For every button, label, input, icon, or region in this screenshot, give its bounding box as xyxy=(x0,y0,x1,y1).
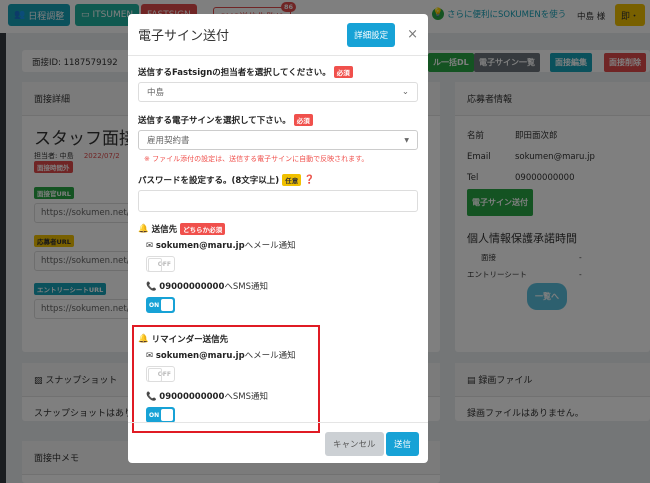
assignee-value: 中島 xyxy=(147,88,165,98)
dest-sms-toggle[interactable]: ON xyxy=(146,297,175,313)
modal-title: 電子サイン送付 xyxy=(138,29,230,44)
required-badge: 必須 xyxy=(293,114,313,126)
optional-badge: 任意 xyxy=(282,174,302,186)
required-badge: 必須 xyxy=(333,66,353,78)
reminder-title: リマインダー送信先 xyxy=(151,335,229,345)
esign-value: 雇用契約書 xyxy=(147,136,190,146)
esign-label: 送信する電子サインを選択して下さい。 xyxy=(138,116,291,126)
toggle-state: ON xyxy=(149,411,160,419)
mail-suffix: へメール通知 xyxy=(244,351,296,361)
toggle-state: ON xyxy=(149,301,160,309)
password-label: パスワードを設定する。(8文字以上) xyxy=(138,176,280,186)
reminder-sms-toggle[interactable]: ON xyxy=(146,407,175,423)
reminder-highlight: 🔔 リマインダー送信先 ✉ sokumen@maru.jpへメール通知 OFF 📞… xyxy=(132,325,320,433)
reminder-email: sokumen@maru.jp xyxy=(155,351,245,361)
toggle-state: OFF xyxy=(157,370,171,378)
chevron-down-icon: ⌄ xyxy=(401,87,409,97)
phone-icon: 📞 xyxy=(146,282,160,292)
mail-suffix: へメール通知 xyxy=(244,241,296,251)
cancel-button[interactable]: キャンセル xyxy=(325,432,384,456)
sms-suffix: へSMS通知 xyxy=(224,392,268,402)
caret-down-icon: ▼ xyxy=(404,136,409,144)
envelope-icon: ✉ xyxy=(146,351,156,361)
dest-title: 送信先 xyxy=(151,225,178,235)
attachment-note: ※ ファイル添付の設定は、送信する電子サインに自動で反映されます。 xyxy=(144,155,369,163)
reminder-tel: 09000000000 xyxy=(159,392,225,402)
dest-tel: 09000000000 xyxy=(159,282,225,292)
assignee-select[interactable]: 中島 ⌄ xyxy=(138,82,418,102)
esign-select[interactable]: 雇用契約書 ▼ xyxy=(138,130,418,150)
phone-icon: 📞 xyxy=(146,392,160,402)
close-icon[interactable]: × xyxy=(407,27,418,42)
reminder-email-toggle[interactable]: OFF xyxy=(146,366,175,382)
envelope-icon: ✉ xyxy=(146,241,156,251)
toggle-state: OFF xyxy=(157,260,171,268)
detail-settings-button[interactable]: 詳細設定 xyxy=(347,22,396,47)
dest-email-toggle[interactable]: OFF xyxy=(146,256,175,272)
password-input[interactable] xyxy=(138,190,418,212)
sms-suffix: へSMS通知 xyxy=(224,282,268,292)
dest-email: sokumen@maru.jp xyxy=(155,241,245,251)
either-required-badge: どちらか必須 xyxy=(180,223,226,235)
esign-modal: 電子サイン送付 詳細設定 × 送信するFastsignの担当者を選択してください… xyxy=(128,14,428,463)
help-icon[interactable]: ❓ xyxy=(304,175,315,185)
send-button[interactable]: 送信 xyxy=(386,432,420,456)
bell-icon: 🔔 xyxy=(138,224,149,234)
bell-icon: 🔔 xyxy=(138,334,149,344)
assignee-label: 送信するFastsignの担当者を選択してください。 xyxy=(138,68,331,78)
